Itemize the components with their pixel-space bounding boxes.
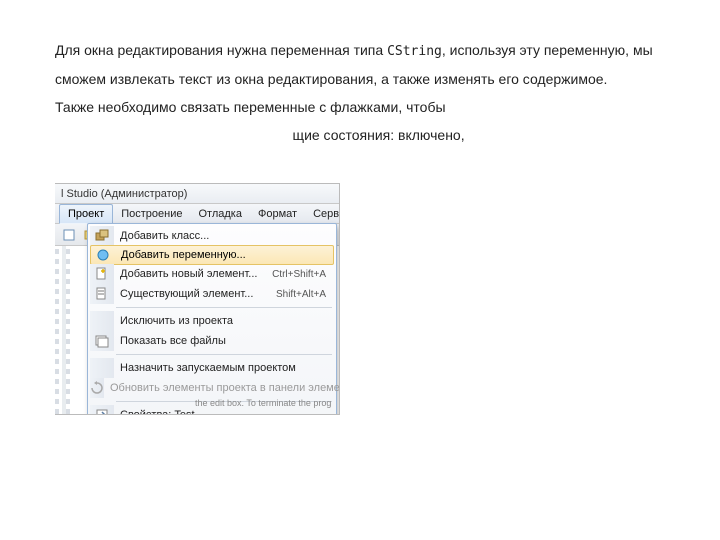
new-item-icon xyxy=(90,264,114,284)
menu-build[interactable]: Построение xyxy=(113,204,190,224)
shortcut-label: Ctrl+Shift+A xyxy=(272,269,334,280)
menu-item-show-all[interactable]: Показать все файлы xyxy=(90,331,334,351)
menu-item-exclude[interactable]: Исключить из проекта xyxy=(90,311,334,331)
menu-item-set-startup[interactable]: Назначить запускаемым проектом xyxy=(90,358,334,378)
menu-item-add-existing-item[interactable]: Существующий элемент... Shift+Alt+A xyxy=(90,284,334,304)
blank-icon xyxy=(90,358,114,378)
menu-item-add-new-item[interactable]: Добавить новый элемент... Ctrl+Shift+A xyxy=(90,264,334,284)
menu-project[interactable]: Проект xyxy=(59,204,113,224)
show-all-icon xyxy=(90,331,114,351)
menu-separator xyxy=(116,307,332,308)
blank-icon xyxy=(90,311,114,331)
doc-p2a: Также необходимо связать переменные с фл… xyxy=(55,99,446,115)
menu-separator xyxy=(116,354,332,355)
edit-box-hint: the edit box. To terminate the prog xyxy=(195,398,331,408)
menu-bar: Проект Построение Отладка Формат Сервис … xyxy=(55,204,339,224)
doc-p2b: щие состояния: включено, xyxy=(293,127,465,143)
shortcut-label: Shift+Alt+A xyxy=(276,289,334,300)
menu-format[interactable]: Формат xyxy=(250,204,305,224)
menu-item-add-class[interactable]: Добавить класс... xyxy=(90,226,334,246)
document-text: Для окна редактирования нужна переменная… xyxy=(55,36,655,149)
variable-icon xyxy=(91,245,115,265)
menu-service[interactable]: Сервис xyxy=(305,204,340,224)
menu-item-add-variable[interactable]: Добавить переменную... xyxy=(90,245,334,265)
doc-p1-code: CString xyxy=(387,44,442,59)
properties-icon xyxy=(90,405,114,415)
doc-p1a: Для окна редактирования нужна переменная… xyxy=(55,42,387,58)
window-title: l Studio (Администратор) xyxy=(55,184,339,204)
menu-item-refresh-toolbox: Обновить элементы проекта в панели элеме… xyxy=(90,378,334,398)
class-icon xyxy=(90,226,114,246)
refresh-icon xyxy=(90,378,104,398)
existing-item-icon xyxy=(90,284,114,304)
left-strips xyxy=(55,246,85,414)
toolbar-icon-1[interactable] xyxy=(61,227,77,243)
menu-debug[interactable]: Отладка xyxy=(191,204,250,224)
visual-studio-window: l Studio (Администратор) Проект Построен… xyxy=(55,183,340,415)
project-menu-dropdown: Добавить класс... Добавить переменную...… xyxy=(87,223,337,415)
